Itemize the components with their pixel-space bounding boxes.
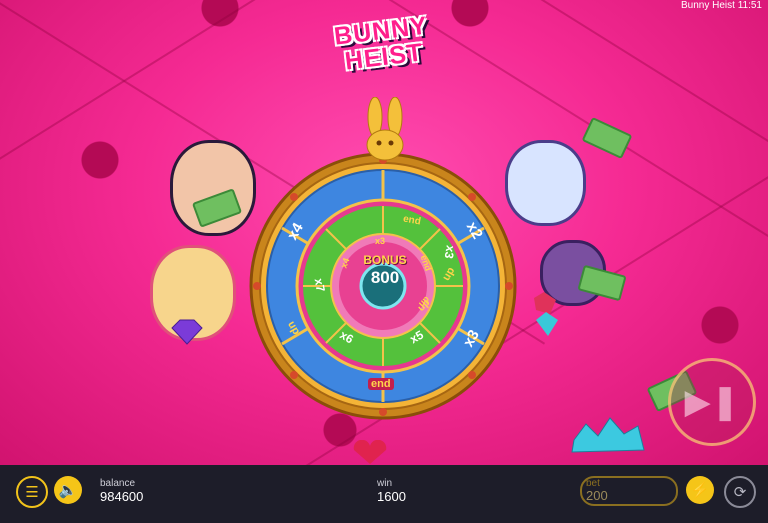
wheel-pointer-bunny-icon xyxy=(366,97,404,161)
cash-bill xyxy=(581,116,633,160)
win-value: 1600 xyxy=(377,489,406,504)
bet-value: 200 xyxy=(586,488,608,503)
lightning-icon: ⚡ xyxy=(690,482,710,499)
bonus-value: 800 xyxy=(370,268,400,287)
turbo-button[interactable]: ⚡ xyxy=(686,476,714,504)
menu-icon: ☰ xyxy=(25,484,39,501)
speaker-icon: 🔈 xyxy=(58,482,78,499)
game-logo: BUNNY HEIST xyxy=(326,12,441,85)
red-heart-gem xyxy=(353,440,387,464)
menu-button[interactable]: ☰ xyxy=(16,476,48,508)
autoplay-button[interactable]: ⟳ xyxy=(724,476,756,508)
wheel-middle-label: x7 xyxy=(311,277,328,293)
status-bar: Bunny Heist 11:51 xyxy=(681,0,762,11)
purple-gem xyxy=(171,319,203,345)
game-stage: Bunny Heist 11:51 BUNNY HEIST x2 up x3 e… xyxy=(0,0,768,465)
blue-gem-pile xyxy=(571,417,645,453)
wheel-middle-label: x3 xyxy=(441,244,458,260)
autoplay-icon: ⟳ xyxy=(733,484,747,501)
spin-play-button[interactable]: ▶❚ xyxy=(668,358,756,446)
balance-value: 984600 xyxy=(100,489,144,504)
bonus-label: BONUS xyxy=(363,253,407,267)
gem-cluster xyxy=(534,292,558,336)
balance-label: balance xyxy=(100,478,136,489)
play-skip-icon: ▶❚ xyxy=(684,383,740,421)
wheel-outer-label: end xyxy=(368,378,394,390)
wheel-inner-label: x3 xyxy=(375,236,386,246)
win-label: win xyxy=(377,478,393,489)
sound-button[interactable]: 🔈 xyxy=(54,476,82,504)
